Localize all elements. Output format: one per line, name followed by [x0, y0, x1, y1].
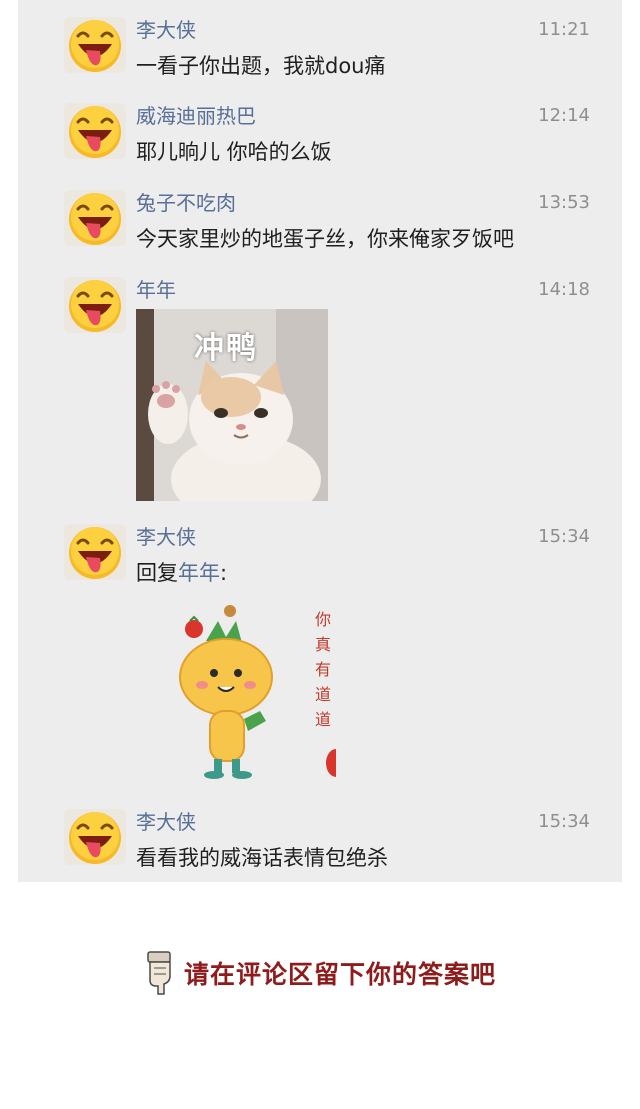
message-time: 15:34 [538, 526, 590, 547]
sticker-char: 真 [314, 635, 331, 654]
avatar[interactable] [64, 103, 126, 159]
sticker-char: 你 [314, 610, 331, 629]
avatar[interactable] [64, 17, 126, 73]
sender-name[interactable]: 李大侠 [136, 525, 196, 549]
message-text: 看看我的威海话表情包绝杀 [136, 846, 388, 870]
carrot-sticker[interactable]: 你 真 有 道 道 [136, 599, 336, 789]
reply-target-name[interactable]: 年年 [178, 561, 220, 585]
sender-name[interactable]: 兔子不吃肉 [136, 191, 236, 215]
chat-message: 李大侠 15:34 看看我的威海话表情包绝杀 [18, 806, 622, 880]
sender-name[interactable]: 年年 [136, 278, 176, 302]
chat-message: 李大侠 15:34 回复年年: 你 真 有 道 道 [18, 521, 622, 791]
message-time: 13:53 [538, 192, 590, 213]
message-time: 14:18 [538, 279, 590, 300]
sticker-char: 道 [314, 710, 331, 729]
carrot-character-picture [179, 605, 336, 779]
footer-callout: 请在评论区留下你的答案吧 [0, 950, 640, 1000]
chat-message: 兔子不吃肉 13:53 今天家里炒的地蛋子丝，你来俺家歹饭吧 [18, 187, 622, 261]
avatar[interactable] [64, 809, 126, 865]
image-caption: 冲鸭 [194, 331, 258, 366]
sticker-char: 道 [314, 685, 331, 704]
avatar[interactable] [64, 277, 126, 333]
sender-name[interactable]: 李大侠 [136, 18, 196, 42]
avatar[interactable] [64, 524, 126, 580]
avatar[interactable] [64, 190, 126, 246]
cat-meme-image[interactable]: 冲鸭 [136, 309, 328, 501]
chat-panel: 李大侠 11:21 一看子你出题，我就dou痛 威海迪丽热巴 12:14 耶儿晌… [18, 0, 622, 882]
message-time: 11:21 [538, 19, 590, 40]
sticker-char: 有 [314, 660, 331, 679]
footer-text: 请在评论区留下你的答案吧 [183, 960, 496, 989]
message-text: 耶儿晌儿 你哈的么饭 [136, 140, 332, 164]
sticker-vertical-text: 你 真 有 道 道 [312, 607, 334, 732]
sender-name[interactable]: 李大侠 [136, 810, 196, 834]
reply-line: 回复年年: [136, 559, 227, 587]
sender-name[interactable]: 威海迪丽热巴 [136, 104, 256, 128]
message-text: 一看子你出题，我就dou痛 [136, 54, 386, 78]
message-time: 15:34 [538, 811, 590, 832]
chat-message: 威海迪丽热巴 12:14 耶儿晌儿 你哈的么饭 [18, 100, 622, 174]
message-text: 今天家里炒的地蛋子丝，你来俺家歹饭吧 [136, 227, 514, 251]
chat-message: 年年 14:18 冲鸭 [18, 274, 622, 504]
footer-inner: 请在评论区留下你的答案吧 [144, 950, 496, 996]
chat-message: 李大侠 11:21 一看子你出题，我就dou痛 [18, 14, 622, 88]
reply-prefix: 回复 [136, 561, 178, 585]
reply-suffix: : [220, 561, 228, 585]
message-time: 12:14 [538, 105, 590, 126]
pointing-hand-icon [147, 951, 171, 995]
